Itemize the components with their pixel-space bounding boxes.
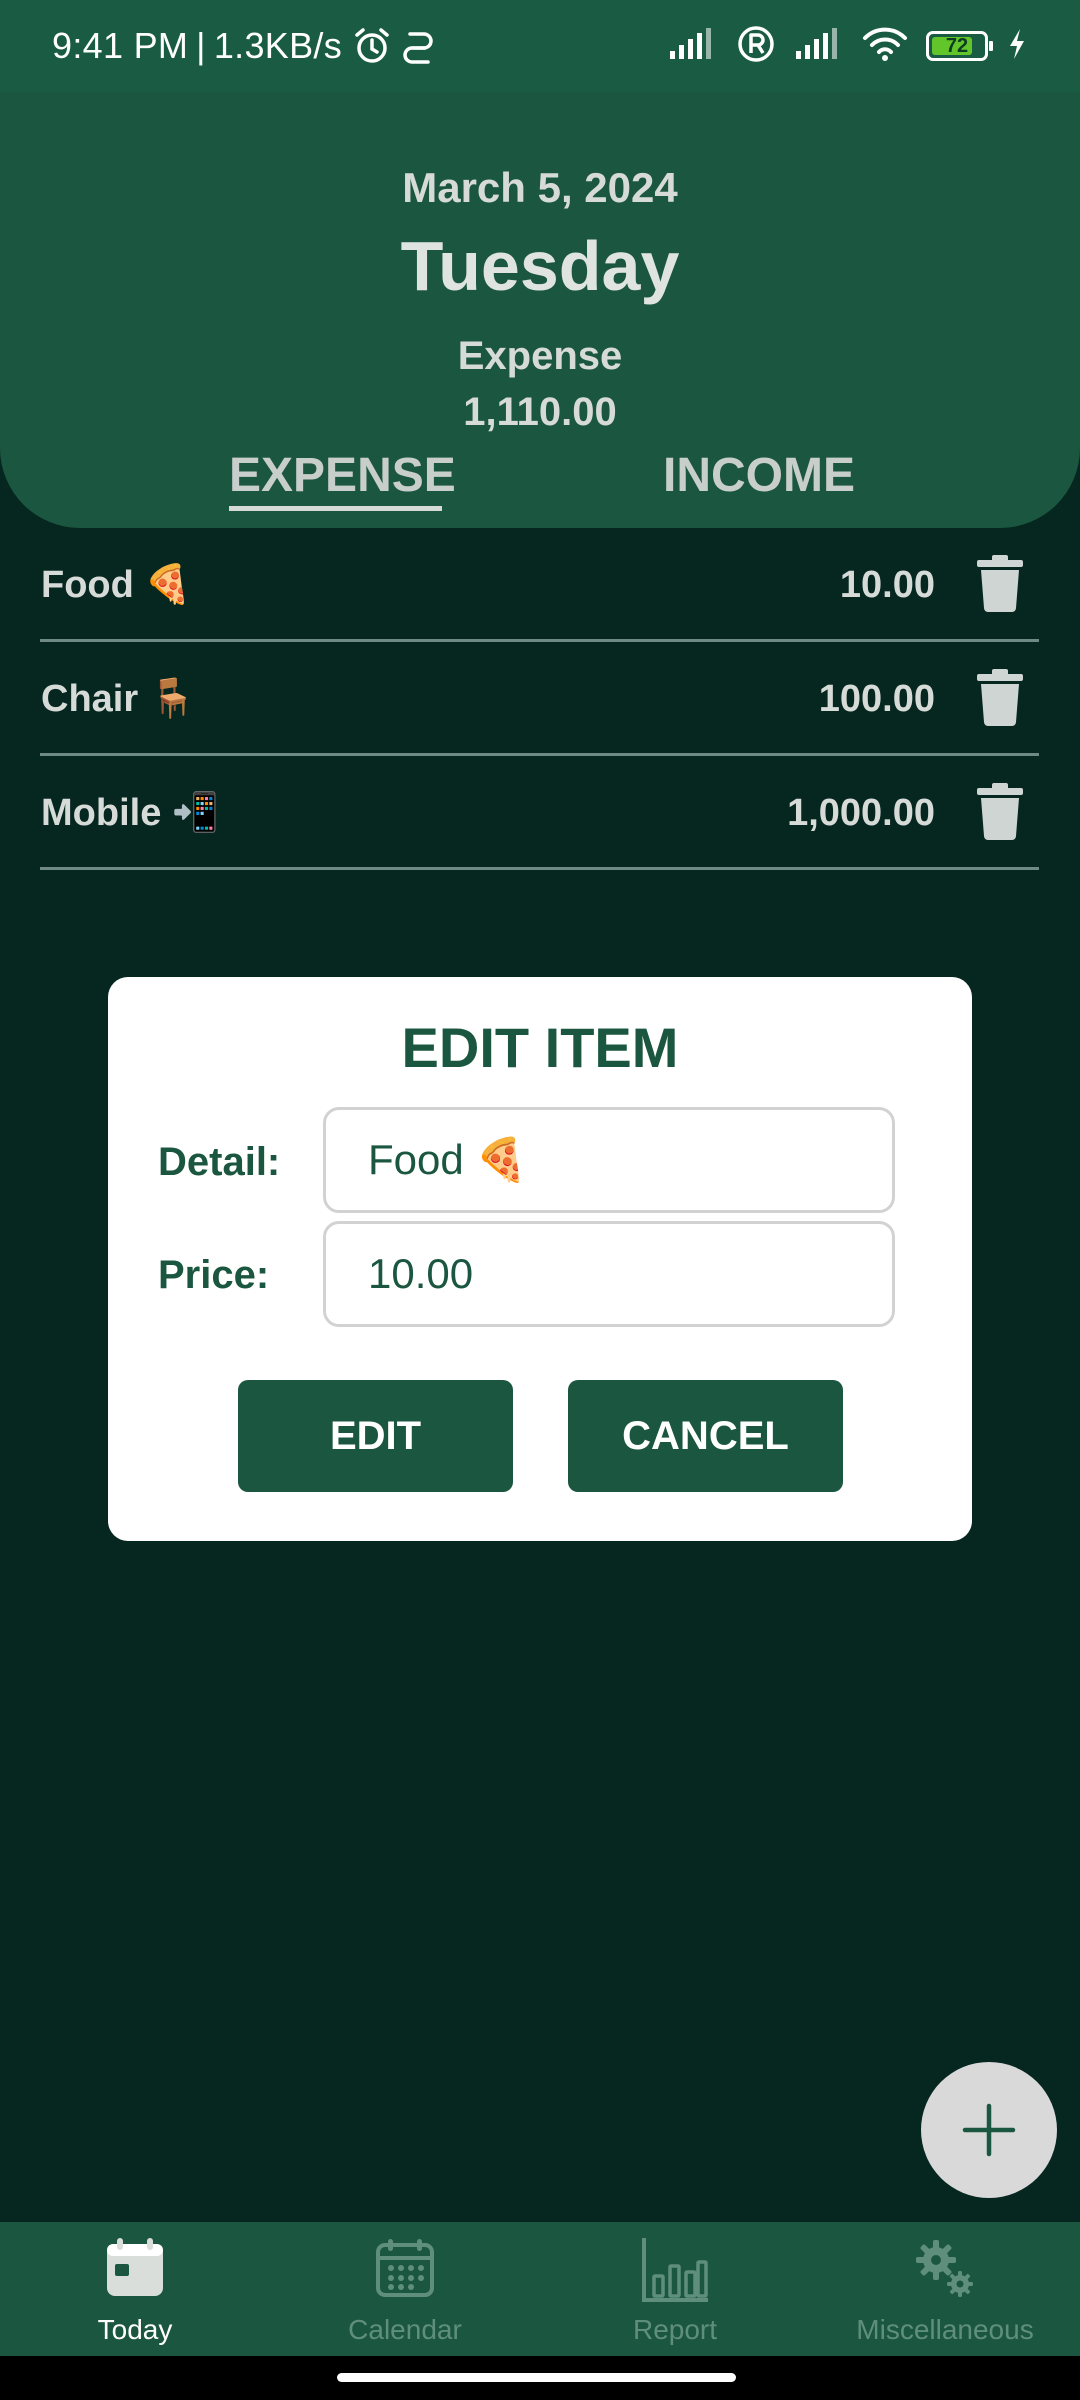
active-tab-indicator [229, 506, 442, 511]
nav-miscellaneous[interactable]: Miscellaneous [810, 2222, 1080, 2356]
trash-icon[interactable] [975, 554, 1025, 612]
item-detail: Mobile 📲 [41, 792, 220, 834]
edit-item-dialog: EDIT ITEM Detail: Price: EDIT CANCEL [108, 977, 972, 1541]
status-left: 9:41 PM | 1.3KB/s [52, 0, 436, 92]
summary-value: 1,110.00 [463, 390, 617, 434]
nav-calendar[interactable]: Calendar [270, 2222, 540, 2356]
detail-label: Detail: [158, 1140, 281, 1184]
tab-income[interactable]: INCOME [663, 448, 855, 503]
calendar-month-icon [270, 2236, 540, 2308]
price-label: Price: [158, 1253, 270, 1297]
signal-icon [794, 27, 844, 66]
status-net-speed: 1.3KB/s [213, 25, 342, 66]
nav-today[interactable]: Today [0, 2222, 270, 2356]
charging-icon [1006, 27, 1028, 66]
nav-label: Calendar [348, 2314, 462, 2345]
bar-chart-icon [540, 2236, 810, 2308]
item-detail: Food 🍕 [41, 564, 192, 606]
trash-icon[interactable] [975, 782, 1025, 840]
status-right: 72 [668, 0, 1028, 92]
plus-icon [962, 2103, 1016, 2157]
detail-input[interactable] [323, 1107, 895, 1213]
battery-level: 72 [945, 34, 969, 57]
edit-button[interactable]: EDIT [238, 1380, 513, 1492]
signal-icon [668, 27, 718, 66]
nav-label: Miscellaneous [856, 2314, 1034, 2345]
nav-report[interactable]: Report [540, 2222, 810, 2356]
list-item[interactable]: Mobile 📲 1,000.00 [40, 756, 1039, 870]
trash-icon[interactable] [975, 668, 1025, 726]
data-saver-icon [402, 26, 436, 66]
cancel-button[interactable]: CANCEL [568, 1380, 843, 1492]
alarm-icon [352, 26, 392, 66]
status-time: 9:41 PM [52, 25, 189, 66]
bottom-nav: Today Calendar Report Miscellaneous [0, 2222, 1080, 2356]
day-label: Tuesday [400, 227, 680, 305]
dialog-title: EDIT ITEM [401, 1016, 679, 1079]
battery-icon: 72 [926, 31, 993, 61]
expense-list: Food 🍕 10.00 Chair 🪑 100.00 Mobile 📲 1,0… [40, 528, 1039, 870]
item-amount: 100.00 [818, 677, 935, 720]
day-header: March 5, 2024 Tuesday Expense 1,110.00 E… [0, 92, 1080, 528]
home-indicator[interactable] [337, 2373, 736, 2382]
tab-expense[interactable]: EXPENSE [229, 448, 456, 503]
nav-label: Today [97, 2314, 173, 2345]
item-detail: Chair 🪑 [41, 678, 197, 720]
add-item-button[interactable] [921, 2062, 1057, 2198]
list-item[interactable]: Food 🍕 10.00 [40, 528, 1039, 642]
date-label: March 5, 2024 [402, 164, 678, 211]
item-amount: 10.00 [839, 563, 935, 606]
summary-label: Expense [457, 334, 623, 378]
status-separator: | [196, 25, 206, 66]
roaming-icon [736, 24, 776, 69]
nav-label: Report [632, 2314, 718, 2345]
price-input[interactable] [323, 1221, 895, 1327]
calendar-today-icon [0, 2236, 270, 2308]
list-item[interactable]: Chair 🪑 100.00 [40, 642, 1039, 756]
gears-icon [810, 2236, 1080, 2308]
status-bar: 9:41 PM | 1.3KB/s 72 [0, 0, 1080, 92]
wifi-icon [862, 26, 908, 67]
item-amount: 1,000.00 [787, 791, 935, 834]
